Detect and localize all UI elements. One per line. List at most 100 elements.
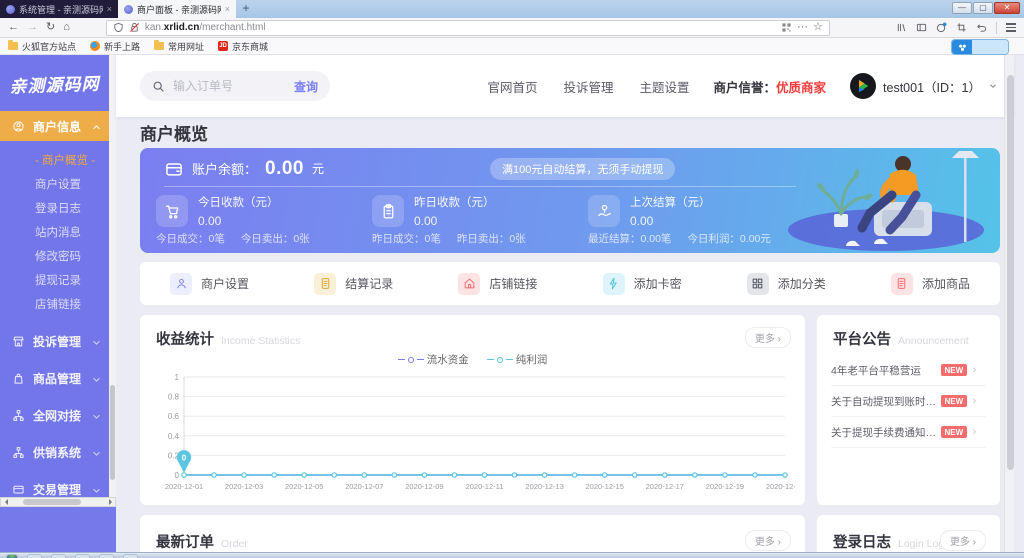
quick-action-添加分类[interactable]: 添加分类 (747, 273, 826, 295)
sidebar-item-link[interactable]: 提现记录 (0, 269, 109, 293)
shield-icon[interactable] (113, 22, 124, 33)
browser-tab-active[interactable]: 商户面板 - 亲测源码网 www.q × (118, 0, 236, 18)
tab-close-icon[interactable]: × (225, 4, 230, 14)
sidebar-item-link[interactable]: 商户设置 (0, 173, 109, 197)
sidebar-section[interactable]: 投诉管理 (0, 323, 109, 360)
taskbar-item[interactable] (75, 554, 90, 558)
topbar-link[interactable]: 投诉管理 (563, 77, 613, 96)
sidebar-item-link[interactable]: 店铺链接 (0, 293, 109, 317)
new-tab-button[interactable]: + (236, 0, 256, 18)
horizontal-scrollbar-thumb[interactable] (23, 499, 81, 505)
bookmark-item[interactable]: 常用网址 (154, 40, 204, 53)
sidebar-section[interactable]: 全网对接 (0, 397, 109, 434)
extension-field[interactable] (972, 40, 1008, 54)
login-log-subtitle: Login Log (898, 538, 944, 550)
stat-label: 今日收款（元） (198, 194, 279, 210)
user-menu[interactable]: test001（ID：1） (850, 73, 998, 99)
extension-icon[interactable] (936, 22, 947, 33)
back-icon[interactable]: ← (8, 22, 19, 33)
scroll-right-arrow[interactable] (105, 498, 115, 506)
taskbar-item[interactable] (27, 554, 42, 558)
announcement-item[interactable]: 4年老平台平稳营运 NEW › (831, 355, 986, 386)
undo-icon[interactable] (976, 22, 987, 33)
url-bar[interactable]: kan.xrlid.cn/merchant.html ··· ☆ (106, 20, 830, 36)
bookmark-item[interactable]: 新手上路 (90, 40, 140, 53)
orders-more-button[interactable]: 更多 › (745, 530, 791, 551)
minimize-button[interactable]: — (952, 2, 972, 14)
screenshot-icon[interactable] (956, 22, 967, 33)
doc-icon (319, 277, 332, 290)
windows-taskbar[interactable] (0, 552, 1024, 558)
chevron-right-icon: › (973, 395, 977, 407)
insecure-lock-icon[interactable] (129, 22, 140, 33)
topbar-link[interactable]: 主题设置 (639, 77, 689, 96)
qr-scan-icon[interactable] (781, 22, 792, 33)
menu-icon[interactable] (1006, 23, 1016, 32)
sidebar-toggle-icon[interactable] (916, 22, 927, 33)
taskbar-item[interactable] (123, 554, 138, 558)
quick-action-添加商品[interactable]: 添加商品 (891, 273, 970, 295)
quick-action-商户设置[interactable]: 商户设置 (170, 273, 249, 295)
tab-close-icon[interactable]: × (107, 4, 112, 14)
announcement-item[interactable]: 关于提现手续费通知必看 NEW › (831, 417, 986, 448)
bookmark-item[interactable]: 火狐官方站点 (8, 40, 76, 53)
svg-text:2020-12-09: 2020-12-09 (405, 482, 443, 491)
balance-stat: 今日收款（元） 0.00 (156, 194, 372, 228)
chevron-up-slot (90, 121, 101, 132)
sidebar-item-link[interactable]: 修改密码 (0, 245, 109, 269)
bookmarks-bar-items: 火狐官方站点 新手上路 常用网址 JD京东商城 (8, 40, 268, 53)
sidebar-section[interactable]: 供销系统 (0, 434, 109, 471)
start-button[interactable] (6, 554, 18, 558)
topbar-link[interactable]: 官网首页 (487, 77, 537, 96)
page-scrollbar-thumb[interactable] (1007, 75, 1014, 470)
sidebar-section[interactable]: 交易管理 (0, 471, 109, 497)
search-button[interactable]: 查询 (294, 78, 318, 95)
taskbar-item[interactable] (51, 554, 66, 558)
home-icon[interactable]: ⌂ (63, 22, 70, 33)
bottom-row: 最新订单 Order 更多 › 登录日志 Login Log 更多 › (140, 515, 1000, 552)
sidebar-menu: 商户信息 商户概览商户设置登录日志站内消息修改密码提现记录店铺链接 投诉管理商品… (0, 111, 109, 497)
quick-action-店铺链接[interactable]: 店铺链接 (458, 273, 537, 295)
sidebar-item-link[interactable]: 站内消息 (0, 221, 109, 245)
quick-action-结算记录[interactable]: 结算记录 (314, 273, 393, 295)
sidebar-section-merchant-info[interactable]: 商户信息 (0, 111, 109, 141)
sidebar-scrollbar-thumb[interactable] (110, 385, 115, 480)
quick-action-添加卡密[interactable]: 添加卡密 (603, 273, 682, 295)
bookmark-star-icon[interactable]: ☆ (813, 22, 823, 33)
sidebar-horizontal-scrollbar[interactable] (0, 497, 116, 507)
close-button[interactable]: ✕ (994, 2, 1020, 14)
page-actions-icon[interactable]: ··· (797, 22, 808, 33)
income-more-button[interactable]: 更多 › (745, 327, 791, 348)
bookmark-label: 常用网址 (168, 40, 204, 53)
svg-text:0.8: 0.8 (168, 393, 180, 402)
maximize-button[interactable]: ▢ (973, 2, 993, 14)
browser-titlebar: 系统管理 - 亲测源码网 www.q × 商户面板 - 亲测源码网 www.q … (0, 0, 1024, 18)
quick-action-label: 添加商品 (922, 275, 970, 292)
sidebar-scrollbar[interactable] (109, 55, 116, 497)
legend-item[interactable]: 流水资金 (398, 352, 469, 367)
order-search[interactable]: 查询 (140, 71, 330, 101)
sidebar-item-active[interactable]: 商户概览 (0, 149, 109, 173)
legend-item[interactable]: 纯利润 (487, 352, 548, 367)
scroll-left-arrow[interactable] (1, 498, 11, 506)
forward-icon[interactable]: → (27, 22, 38, 33)
login-log-more-button[interactable]: 更多 › (940, 530, 986, 551)
reputation-label: 商户信誉： (714, 77, 777, 96)
page-scrollbar[interactable] (1004, 55, 1014, 552)
extension-popup[interactable] (952, 40, 1008, 54)
svg-text:2020-12-15: 2020-12-15 (586, 482, 624, 491)
taskbar-item[interactable] (99, 554, 114, 558)
bookmark-item[interactable]: JD京东商城 (218, 40, 268, 53)
cluster-icon[interactable] (952, 40, 972, 54)
quick-action-icon-box (603, 273, 625, 295)
sidebar-section[interactable]: 商品管理 (0, 360, 109, 397)
chevron-right-icon: › (973, 364, 977, 376)
browser-tab-inactive[interactable]: 系统管理 - 亲测源码网 www.q × (0, 0, 118, 18)
stat-footer-text: 今日卖出：0张 (241, 231, 310, 246)
announcement-item[interactable]: 关于自动提现到账时间通知必看 NEW › (831, 386, 986, 417)
search-input[interactable] (173, 79, 268, 93)
bookmark-label: 新手上路 (104, 40, 140, 53)
library-icon[interactable] (896, 22, 907, 33)
sidebar-item-link[interactable]: 登录日志 (0, 197, 109, 221)
refresh-icon[interactable]: ↻ (46, 22, 55, 33)
